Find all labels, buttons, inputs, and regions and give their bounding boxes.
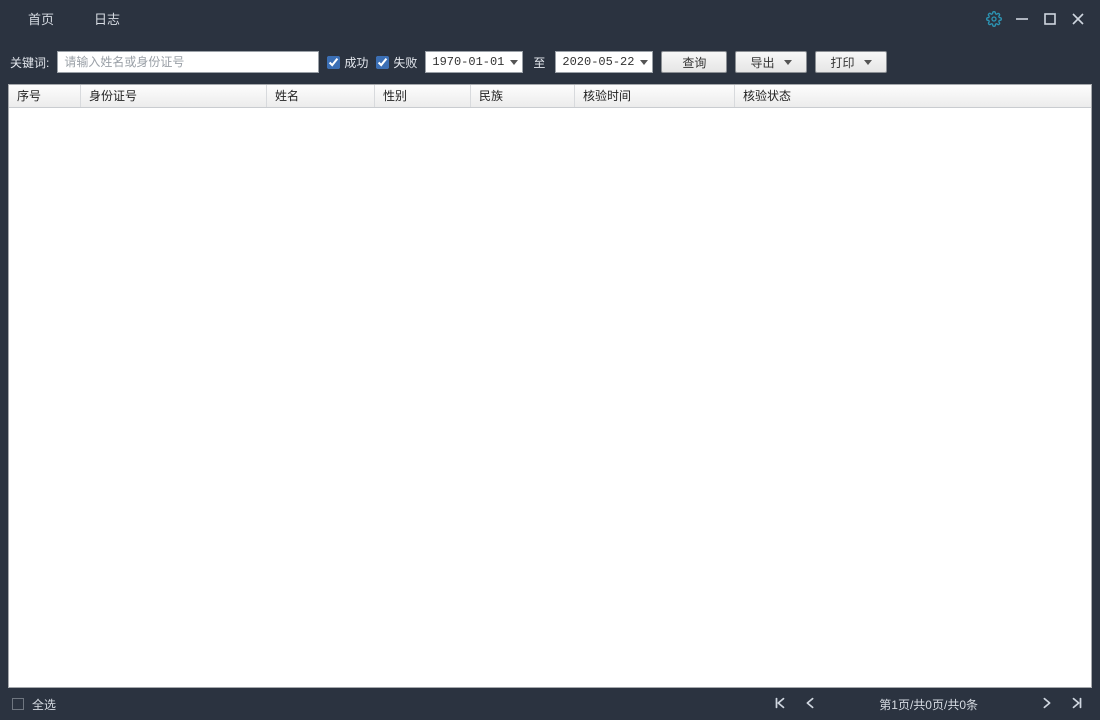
query-button-label: 查询 [682,54,706,71]
pager-last[interactable] [1066,693,1088,715]
col-gender[interactable]: 性别 [375,85,471,107]
minimize-button[interactable] [1008,6,1036,34]
col-ethnicity[interactable]: 民族 [471,85,575,107]
table-body [9,108,1091,687]
keyword-input[interactable] [57,51,319,73]
maximize-button[interactable] [1036,6,1064,34]
query-button[interactable]: 查询 [661,51,727,73]
last-page-icon [1070,696,1084,713]
maximize-icon [1042,11,1058,30]
gear-icon [986,11,1002,30]
date-from[interactable]: 1970-01-01 [425,51,523,73]
minimize-icon [1014,11,1030,30]
checkbox-success-label: 成功 [344,54,368,71]
date-to-label: 至 [531,54,547,71]
chevron-down-icon [640,60,648,65]
pager-first[interactable] [769,693,791,715]
date-from-text: 1970-01-01 [432,55,504,69]
keyword-label: 关键词: [10,54,49,71]
close-button[interactable] [1064,6,1092,34]
pager-next[interactable] [1036,693,1058,715]
export-button[interactable]: 导出 [735,51,807,73]
checkbox-success[interactable]: 成功 [327,54,368,71]
print-button[interactable]: 打印 [815,51,887,73]
close-icon [1071,12,1085,29]
col-verify-status[interactable]: 核验状态 [735,85,1091,107]
print-button-label: 打印 [830,54,854,71]
table-header: 序号 身份证号 姓名 性别 民族 核验时间 核验状态 [9,85,1091,108]
checkbox-failure[interactable]: 失败 [376,54,417,71]
export-button-label: 导出 [750,54,774,71]
filter-bar: 关键词: 成功 失败 1970-01-01 至 2020-05-22 查询 导出… [0,40,1100,84]
chevron-left-icon [803,696,817,713]
checkbox-failure-label: 失败 [393,54,417,71]
footer-bar: 全选 第1页/共0页/共0条 [0,688,1100,720]
col-idcard[interactable]: 身份证号 [81,85,267,107]
tab-log[interactable]: 日志 [74,0,140,40]
checkbox-success-input[interactable] [327,56,340,69]
chevron-down-icon [784,60,792,65]
col-verify-time[interactable]: 核验时间 [575,85,735,107]
chevron-right-icon [1040,696,1054,713]
title-bar: 首页 日志 [0,0,1100,40]
tab-home[interactable]: 首页 [8,0,74,40]
date-to-text: 2020-05-22 [562,55,634,69]
select-all-checkbox[interactable] [12,698,24,710]
chevron-down-icon [864,60,872,65]
col-name[interactable]: 姓名 [267,85,375,107]
page-info: 第1页/共0页/共0条 [829,696,1028,713]
checkbox-failure-input[interactable] [376,56,389,69]
first-page-icon [773,696,787,713]
select-all-label: 全选 [32,696,56,713]
settings-button[interactable] [980,6,1008,34]
col-seq[interactable]: 序号 [9,85,81,107]
results-table: 序号 身份证号 姓名 性别 民族 核验时间 核验状态 [8,84,1092,688]
chevron-down-icon [510,60,518,65]
date-to[interactable]: 2020-05-22 [555,51,653,73]
pager-prev[interactable] [799,693,821,715]
